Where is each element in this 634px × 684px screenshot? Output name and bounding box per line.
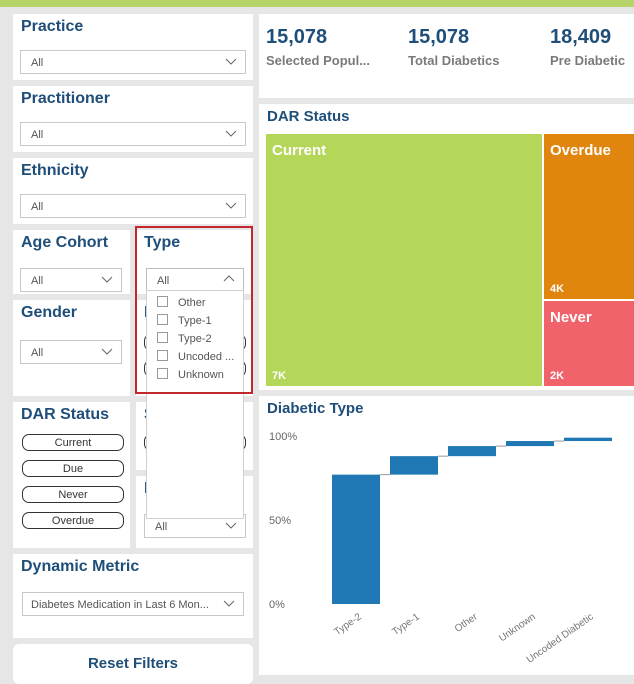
dynamic-metric-title: Dynamic Metric [21,558,140,575]
practice-dropdown-value: All [31,57,44,69]
dar-pill-current[interactable]: Current [22,434,124,451]
practitioner-dropdown[interactable]: All [20,122,246,146]
kpi-pre-diabetic-value: 18,409 [550,26,612,48]
kpi-card: 15,078 Selected Popul... 15,078 Total Di… [259,14,634,98]
ethnicity-dropdown-value: All [31,201,44,213]
type-option-label: Other [178,297,206,309]
waterfall-bar-unknown [506,441,554,447]
practitioner-filter-card: Practitioner All [13,86,253,152]
checkbox-icon [157,350,168,361]
dar-pill-overdue[interactable]: Overdue [22,512,124,529]
x-tick-label: Unknown [497,611,537,644]
dynamic-metric-dropdown[interactable]: Diabetes Medication in Last 6 Mon... [22,592,244,616]
type-dropdown-list: Other Type-1 Type-2 Uncoded ... Unknown [146,290,244,519]
y-tick-label: 0% [269,599,285,611]
type-option-label: Uncoded ... [178,351,235,363]
type-option-label: Unknown [178,369,224,381]
checkbox-icon [157,368,168,379]
age-cohort-dropdown[interactable]: All [20,268,122,292]
type-option-type-2[interactable]: Type-2 [157,332,212,348]
chevron-down-icon [225,58,237,65]
kpi-selected-population-label: Selected Popul... [266,53,371,68]
type-option-other[interactable]: Other [157,296,206,312]
checkbox-icon [157,332,168,343]
type-option-type-1[interactable]: Type-1 [157,314,212,330]
type-option-label: Type-1 [178,315,212,327]
type-dropdown-value: All [157,275,170,287]
treemap-tile-value: 2K [550,370,565,382]
x-tick-label: Other [453,611,480,635]
reset-filters-label: Reset Filters [87,655,179,672]
dar-status-filter-title: DAR Status [21,406,110,423]
practice-filter-title: Practice [21,18,84,35]
hidden-h-dropdown-value: All [155,521,168,533]
diabetic-type-chart-card: Diabetic Type 100% 50% 0% Type-2 Type-1 Other… [259,396,634,675]
type-option-unknown[interactable]: Unknown [157,368,224,384]
waterfall-bar-other [448,446,496,457]
checkbox-icon [157,314,168,325]
gender-dropdown-value: All [31,347,44,359]
dar-pill-due[interactable]: Due [22,460,124,477]
treemap-tile-value: 4K [550,283,565,295]
treemap-tile-label: Current [272,142,327,159]
chevron-down-icon [223,600,235,607]
type-dropdown[interactable]: All [146,268,244,292]
type-option-label: Type-2 [178,333,212,345]
dar-status-chart-card: DAR Status Current 7K Overdue 4K Never 2… [259,104,634,390]
y-tick-label: 50% [269,515,291,527]
x-tick-label: Type-1 [390,611,422,638]
waterfall-bar-type-2 [332,474,380,604]
ethnicity-filter-card: Ethnicity All [13,158,253,224]
treemap-tile-current[interactable]: Current 7K [266,134,542,386]
y-tick-label: 100% [269,431,297,443]
treemap-tile-never[interactable]: Never 2K [544,301,634,386]
chevron-down-icon [225,522,237,529]
ethnicity-dropdown[interactable]: All [20,194,246,218]
checkbox-icon [157,296,168,307]
kpi-pre-diabetic-label: Pre Diabetic [550,53,626,68]
treemap-tile-label: Overdue [550,142,611,159]
ethnicity-filter-title: Ethnicity [21,162,89,179]
dynamic-metric-card: Dynamic Metric Diabetes Medication in La… [13,554,253,638]
kpi-selected-population-value: 15,078 [266,26,328,48]
gender-dropdown[interactable]: All [20,340,122,364]
dar-pill-never[interactable]: Never [22,486,124,503]
x-tick-label: Type-2 [332,611,364,638]
practice-filter-card: Practice All [13,14,253,80]
waterfall-bar-uncoded-diabetic [564,437,612,442]
top-accent-bar [0,0,634,7]
age-cohort-filter-title: Age Cohort [21,234,109,251]
gender-filter-title: Gender [21,304,78,321]
type-filter-title: Type [144,234,181,251]
diabetic-type-waterfall-chart: 100%50%0%Type-2 Type-1 Other UnknownUncoded… [269,431,612,666]
chevron-down-icon [225,202,237,209]
age-cohort-filter-card: Age Cohort All [13,230,130,294]
practitioner-filter-title: Practitioner [21,90,110,107]
dar-status-filter-card: DAR Status Current Due Never Overdue [13,402,130,548]
type-filter-card: Type All [136,230,253,294]
kpi-total-diabetics-label: Total Diabetics [408,53,500,68]
dynamic-metric-dropdown-value: Diabetes Medication in Last 6 Mon... [31,599,209,611]
dar-status-chart-title: DAR Status [267,108,350,125]
kpi-total-diabetics-value: 15,078 [408,26,470,48]
type-option-uncoded[interactable]: Uncoded ... [157,350,234,366]
practitioner-dropdown-value: All [31,129,44,141]
practice-dropdown[interactable]: All [20,50,246,74]
age-cohort-dropdown-value: All [31,275,44,287]
chevron-down-icon [225,130,237,137]
treemap-tile-value: 7K [272,370,287,382]
chevron-down-icon [101,348,113,355]
chevron-up-icon [223,275,235,282]
treemap-tile-overdue[interactable]: Overdue 4K [544,134,634,299]
treemap-tile-label: Never [550,309,592,326]
waterfall-bar-type-1 [390,456,438,475]
reset-filters-button[interactable]: Reset Filters [13,644,253,684]
gender-filter-card: Gender All [13,300,130,396]
chevron-down-icon [101,276,113,283]
